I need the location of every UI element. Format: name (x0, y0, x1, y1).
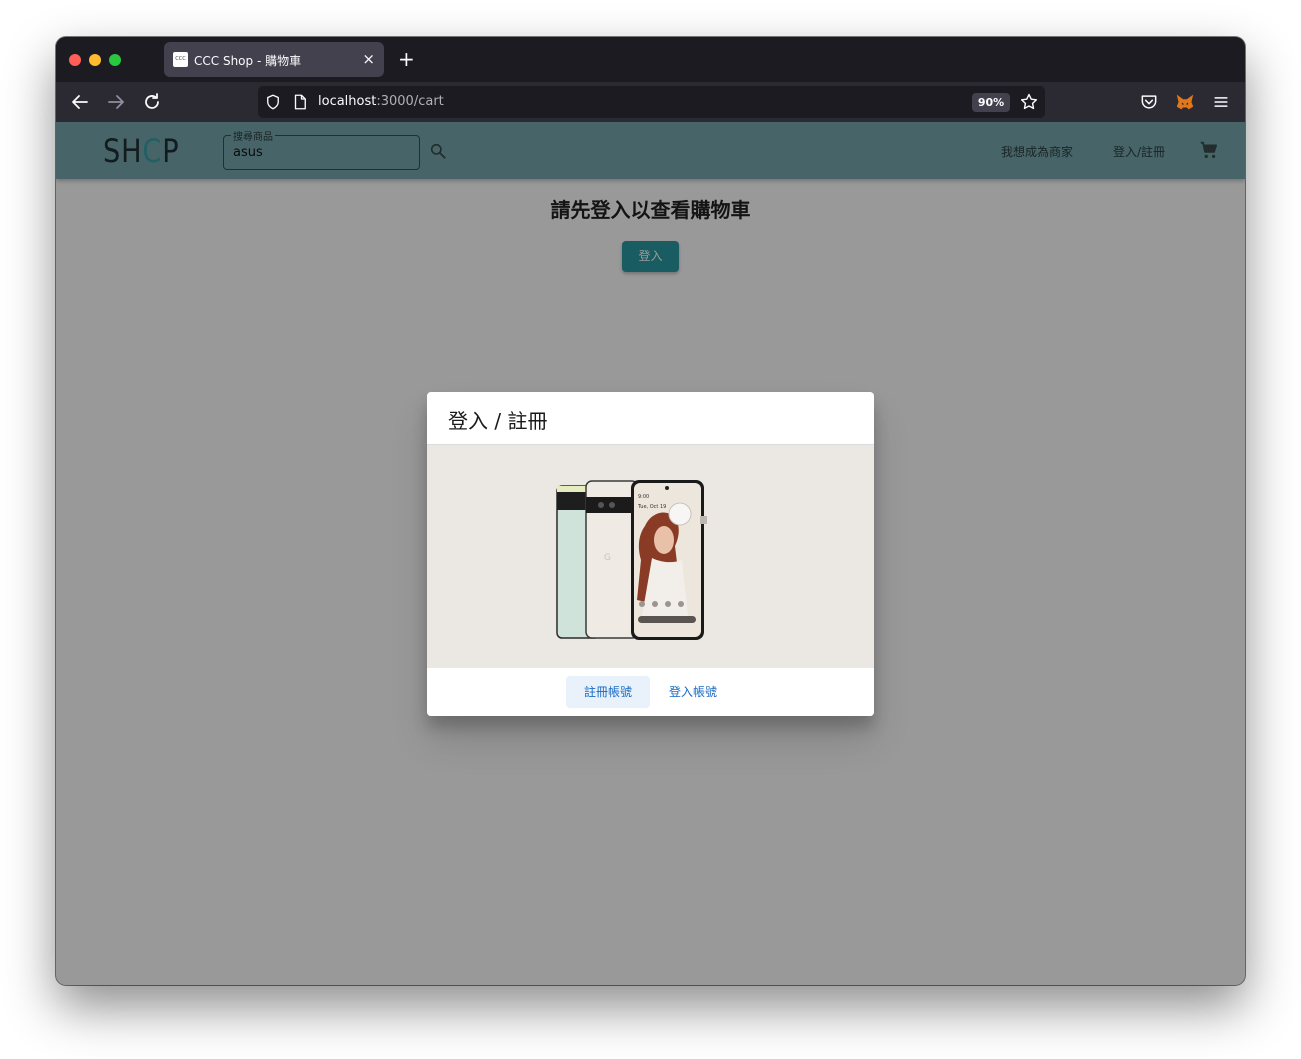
phone-product-image: G 9:00 Tue, Oct 19 (427, 444, 874, 669)
shield-icon[interactable] (264, 93, 282, 111)
svg-text:G: G (604, 553, 611, 563)
tab-strip: CCC CCC Shop - 購物車 × + (56, 37, 1245, 82)
browser-tab[interactable]: CCC CCC Shop - 購物車 × (164, 42, 384, 77)
url-text[interactable]: localhost:3000/cart (318, 94, 444, 109)
navigation-toolbar: localhost:3000/cart 90% (56, 82, 1245, 122)
pocket-icon[interactable] (1139, 92, 1159, 112)
minimize-window-button[interactable] (89, 54, 101, 66)
tab-title: CCC Shop - 購物車 (194, 54, 302, 68)
url-host: localhost (318, 94, 377, 109)
register-account-button[interactable]: 註冊帳號 (566, 676, 650, 708)
dialog-title: 登入 / 註冊 (448, 409, 548, 433)
forward-arrow-icon[interactable] (104, 90, 128, 114)
page-viewport: SHCP 搜尋商品 asus 我想成為商家 登入/註冊 請先登入以查看購物車 登… (56, 122, 1245, 985)
pixel-phones-illustration: G 9:00 Tue, Oct 19 (556, 480, 707, 640)
url-path: :3000/cart (376, 94, 444, 109)
back-arrow-icon[interactable] (68, 90, 92, 114)
metamask-fox-icon[interactable] (1174, 91, 1196, 113)
browser-window: CCC CCC Shop - 購物車 × + localhost:3000/ca… (56, 37, 1245, 985)
close-tab-icon[interactable]: × (362, 50, 375, 68)
zoom-window-button[interactable] (109, 54, 121, 66)
reload-icon[interactable] (140, 90, 164, 114)
dialog-actions: 註冊帳號 登入帳號 (427, 668, 874, 716)
close-window-button[interactable] (69, 54, 81, 66)
phone-date: Tue, Oct 19 (637, 504, 666, 510)
menu-hamburger-icon[interactable] (1211, 92, 1231, 112)
phone-status-time: 9:00 (638, 494, 649, 500)
login-account-button[interactable]: 登入帳號 (656, 676, 730, 708)
new-tab-button[interactable]: + (398, 48, 415, 70)
favicon-icon: CCC (173, 52, 188, 67)
login-register-dialog: 登入 / 註冊 G 9:00 Tue, Oct 19 註冊帳號 登入帳號 (427, 392, 874, 716)
url-bar[interactable]: localhost:3000/cart 90% (258, 86, 1045, 118)
bookmark-star-icon[interactable] (1019, 92, 1039, 112)
zoom-level-badge[interactable]: 90% (972, 93, 1010, 112)
page-icon (294, 94, 306, 110)
